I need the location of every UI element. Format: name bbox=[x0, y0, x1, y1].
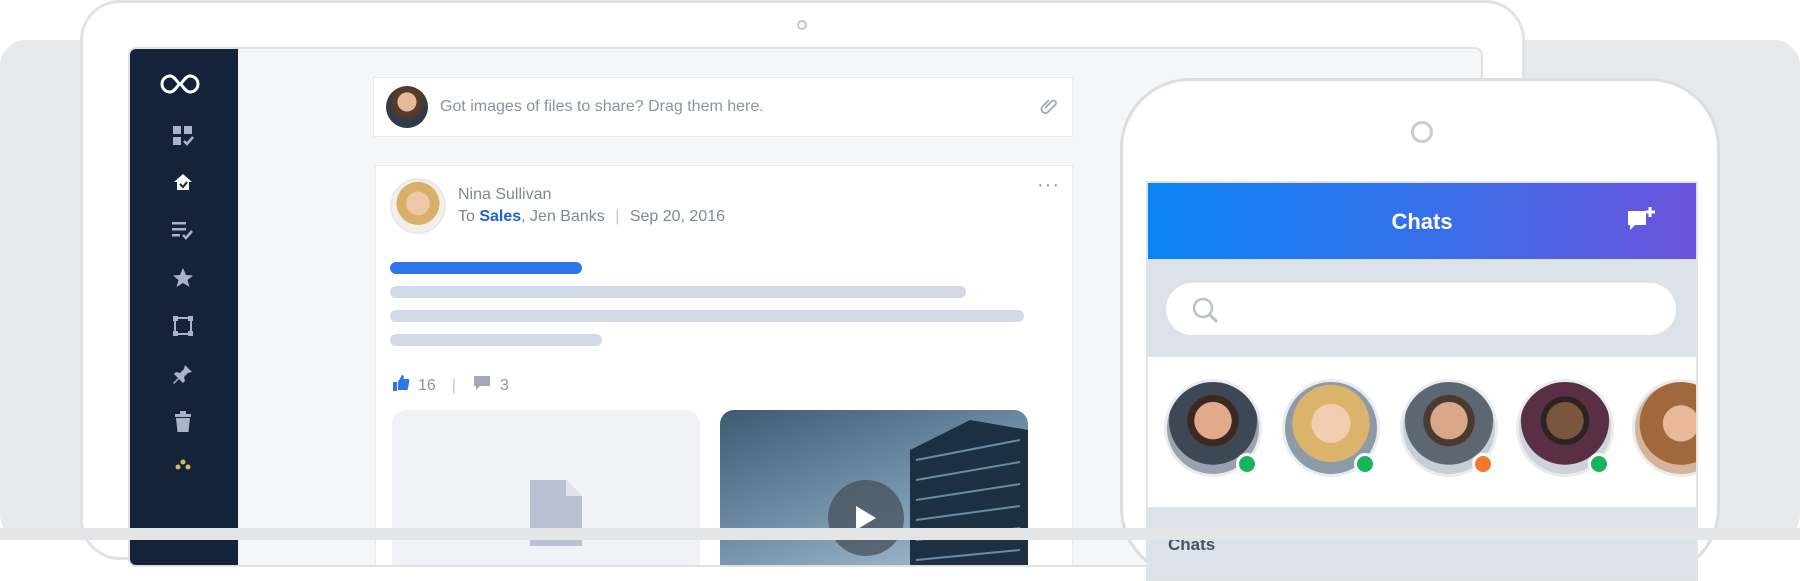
meta-to-link[interactable]: Sales bbox=[479, 208, 521, 225]
selection-icon[interactable] bbox=[170, 313, 196, 339]
video-attachment[interactable] bbox=[720, 410, 1028, 565]
content-placeholder-line bbox=[390, 310, 1024, 322]
logo-icon[interactable] bbox=[158, 71, 202, 97]
file-attachment[interactable] bbox=[392, 410, 700, 565]
post-card: Nina Sullivan To Sales, Jen Banks | Sep … bbox=[375, 165, 1073, 565]
play-icon[interactable] bbox=[828, 480, 904, 556]
sidebar bbox=[130, 49, 238, 565]
phone-title: Chats bbox=[1391, 209, 1453, 234]
meta-to-prefix: To bbox=[458, 208, 480, 225]
new-chat-icon[interactable] bbox=[1626, 205, 1656, 238]
thumbs-up-icon[interactable] bbox=[392, 374, 410, 397]
comment-count: 3 bbox=[499, 376, 509, 394]
like-count: 16 bbox=[418, 376, 436, 394]
composer-placeholder[interactable]: Got images of files to share? Drag them … bbox=[440, 98, 764, 116]
meta-separator: | bbox=[615, 208, 620, 225]
away-status-dot bbox=[1472, 453, 1494, 475]
laptop-camera bbox=[797, 20, 807, 30]
bottom-fade bbox=[0, 528, 1800, 540]
search-icon bbox=[1190, 295, 1220, 330]
content-placeholder-line bbox=[390, 334, 602, 346]
post-date: Sep 20, 2016 bbox=[629, 208, 726, 225]
avatar bbox=[386, 86, 428, 128]
home-icon[interactable] bbox=[170, 169, 196, 195]
post-meta: To Sales, Jen Banks | Sep 20, 2016 bbox=[458, 208, 725, 226]
reaction-separator: | bbox=[451, 376, 456, 394]
pin-icon[interactable] bbox=[170, 361, 196, 387]
content-placeholder-line bbox=[390, 286, 966, 298]
more-apps-icon[interactable] bbox=[170, 457, 196, 483]
phone-screen: Chats Chats bbox=[1146, 181, 1698, 581]
online-status-dot bbox=[1588, 453, 1610, 475]
online-status-dot bbox=[1236, 453, 1258, 475]
online-contacts-row bbox=[1148, 357, 1696, 507]
post-reactions: 16 | 3 bbox=[392, 374, 509, 397]
trash-icon[interactable] bbox=[170, 409, 196, 435]
author-avatar bbox=[390, 178, 446, 234]
file-icon bbox=[530, 480, 582, 551]
contact-avatar[interactable] bbox=[1632, 379, 1696, 477]
phone-header: Chats bbox=[1148, 183, 1696, 259]
phone-speaker bbox=[1411, 121, 1433, 143]
post-author[interactable]: Nina Sullivan bbox=[458, 186, 551, 204]
phone-search-input[interactable] bbox=[1166, 283, 1676, 335]
phone-frame: Chats Chats bbox=[1120, 78, 1720, 581]
tasks-icon[interactable] bbox=[170, 217, 196, 243]
online-status-dot bbox=[1354, 453, 1376, 475]
post-composer[interactable]: Got images of files to share? Drag them … bbox=[373, 77, 1073, 137]
comment-icon[interactable] bbox=[472, 374, 492, 397]
more-options-icon[interactable]: ··· bbox=[1037, 174, 1060, 197]
content-placeholder-highlight bbox=[390, 262, 582, 274]
paperclip-icon[interactable] bbox=[1040, 96, 1058, 119]
meta-to-rest: , Jen Banks bbox=[521, 208, 605, 225]
dashboard-icon[interactable] bbox=[170, 123, 196, 149]
star-icon[interactable] bbox=[170, 265, 196, 291]
